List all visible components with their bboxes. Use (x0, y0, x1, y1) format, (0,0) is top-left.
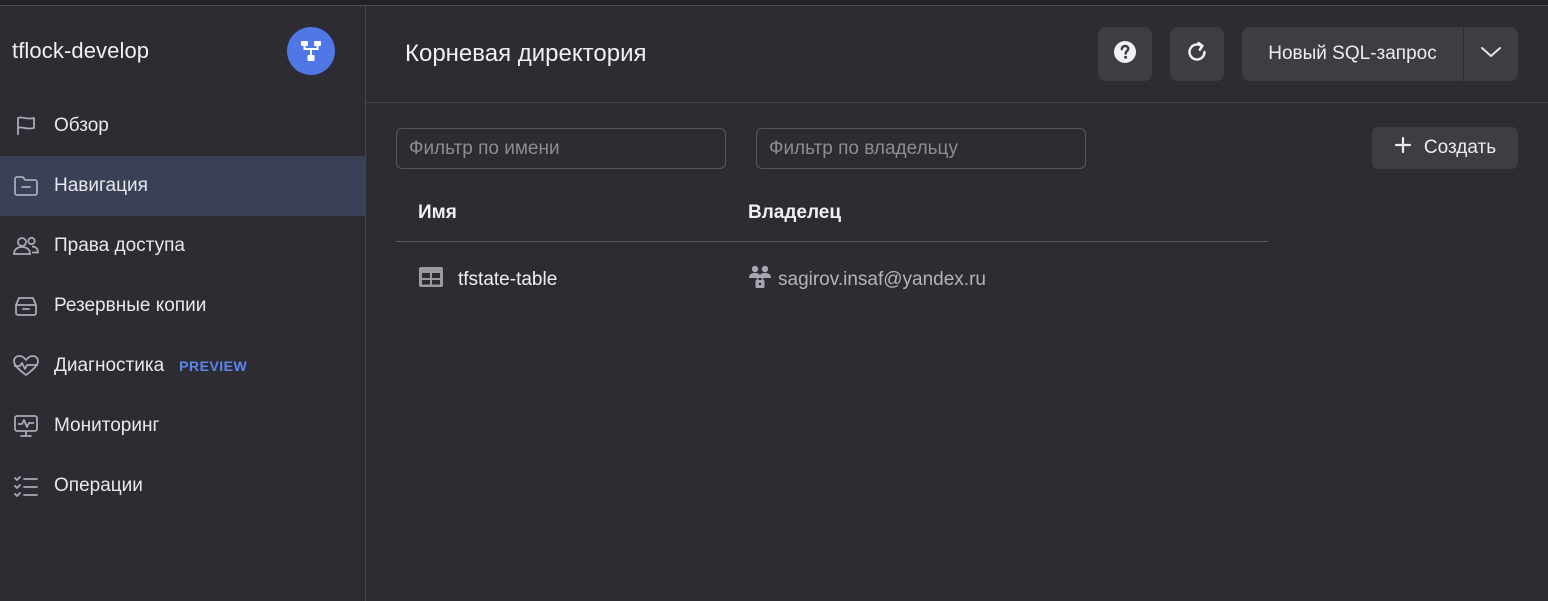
help-button[interactable] (1098, 27, 1152, 81)
create-button-label: Создать (1423, 137, 1497, 158)
sidebar-item-monitoring[interactable]: Мониторинг (0, 396, 365, 456)
row-owner-cell: sagirov.insaf@yandex.ru (748, 264, 986, 296)
sidebar-item-operations[interactable]: Операции (0, 456, 365, 516)
row-name-cell: tfstate-table (418, 266, 557, 294)
objects-table: Имя Владелец tfstate-table sagirov.insaf… (396, 191, 1268, 315)
monitor-icon (12, 412, 40, 440)
table-row[interactable]: tfstate-table sagirov.insaf@yandex.ru (396, 242, 1268, 315)
sidebar-item-navigation[interactable]: Навигация (0, 156, 365, 216)
row-owner[interactable]: sagirov.insaf@yandex.ru (778, 269, 986, 291)
preview-badge: PREVIEW (179, 358, 248, 374)
database-tree-icon[interactable] (287, 27, 335, 75)
sidebar-item-label: Резервные копии (54, 295, 207, 316)
flag-icon (12, 112, 40, 140)
list-check-icon (12, 472, 40, 500)
database-name: tflock-develop (12, 38, 150, 63)
sidebar: tflock-develop Обзор Навигация Права дос… (0, 6, 366, 601)
sidebar-nav: Обзор Навигация Права доступа Резервные … (0, 96, 365, 516)
service-account-icon (748, 264, 772, 296)
sidebar-item-label: Операции (54, 475, 143, 496)
sidebar-item-diagnostics[interactable]: Диагностика PREVIEW (0, 336, 365, 396)
refresh-icon (1185, 40, 1209, 69)
table-header: Имя Владелец (396, 191, 1268, 242)
sidebar-item-label: Диагностика (54, 355, 165, 376)
chevron-down-icon (1480, 45, 1502, 64)
sidebar-item-overview[interactable]: Обзор (0, 96, 365, 156)
help-circle-icon (1113, 40, 1137, 69)
new-sql-query-button[interactable]: Новый SQL-запрос (1242, 27, 1463, 81)
sidebar-item-backups[interactable]: Резервные копии (0, 276, 365, 336)
plus-icon (1394, 136, 1412, 160)
column-header-owner[interactable]: Владелец (748, 202, 841, 224)
sidebar-item-label: Права доступа (54, 235, 185, 256)
table-icon (418, 266, 444, 294)
refresh-button[interactable] (1170, 27, 1224, 81)
folder-icon (12, 172, 40, 200)
archive-icon (12, 292, 40, 320)
page-title: Корневая директория (405, 40, 647, 67)
sidebar-item-label: Обзор (54, 115, 109, 136)
sidebar-item-label: Навигация (54, 175, 148, 196)
owner-filter-input[interactable] (756, 128, 1086, 169)
name-filter-input[interactable] (396, 128, 726, 169)
sidebar-item-access-rights[interactable]: Права доступа (0, 216, 365, 276)
create-button[interactable]: Создать (1372, 127, 1518, 169)
main-header: Корневая директория Новый SQL-запрос (366, 6, 1548, 103)
column-header-name[interactable]: Имя (418, 202, 457, 224)
sidebar-header: tflock-develop (0, 6, 365, 96)
sidebar-item-label: Мониторинг (54, 415, 160, 436)
persons-icon (12, 232, 40, 260)
main-content: Корневая директория Новый SQL-запрос Фил… (366, 6, 1548, 601)
row-name[interactable]: tfstate-table (458, 269, 557, 291)
app-root: tflock-develop Обзор Навигация Права дос… (0, 0, 1548, 601)
sql-dropdown-button[interactable] (1464, 27, 1518, 81)
heart-pulse-icon (12, 352, 40, 380)
